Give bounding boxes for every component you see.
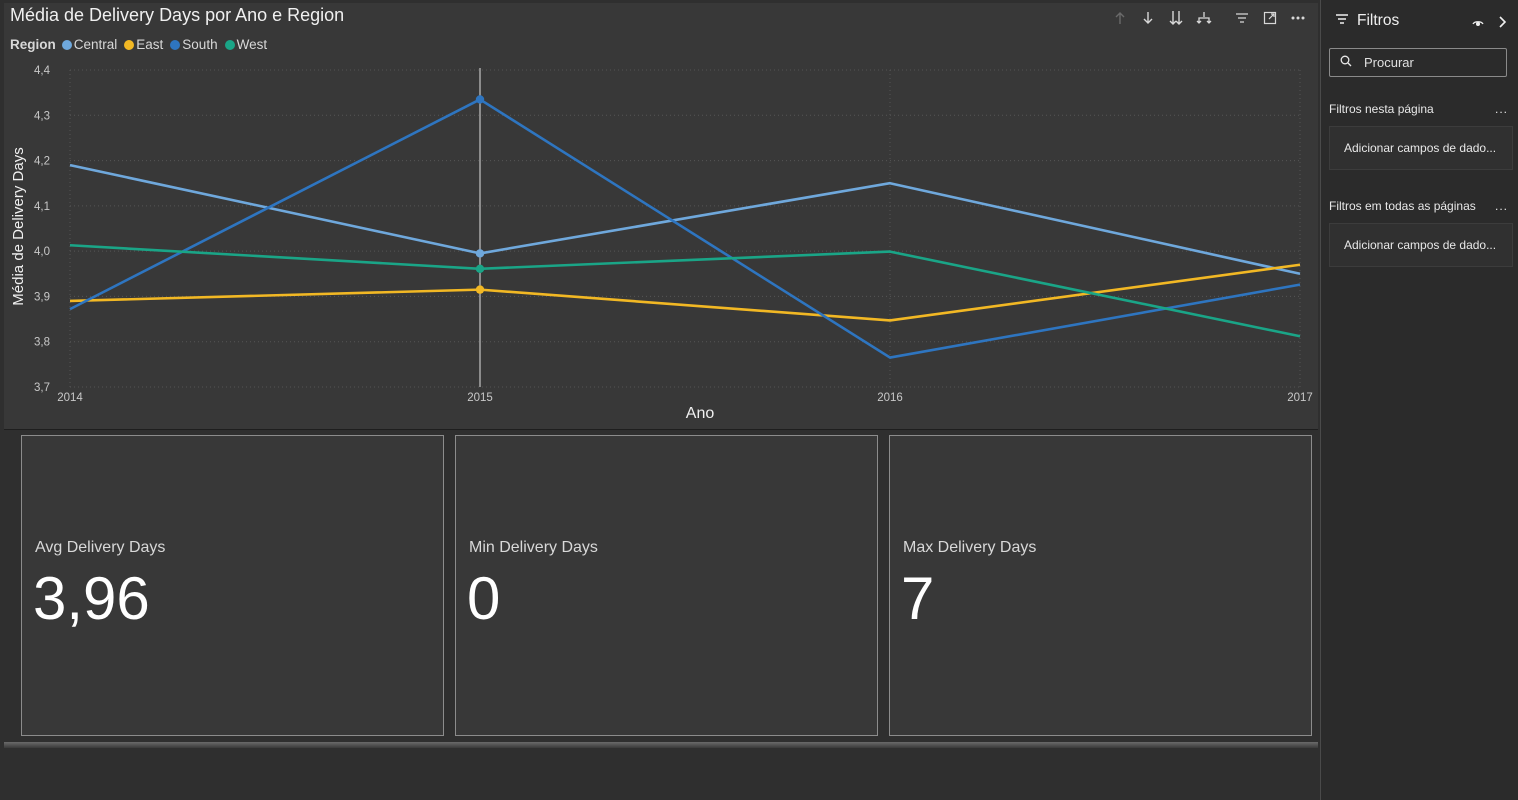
page-filters-add-well[interactable]: Adicionar campos de dado... (1329, 126, 1513, 170)
all-pages-filters-more-button[interactable]: ... (1495, 199, 1508, 213)
card-row: Avg Delivery Days 3,96 Min Delivery Days… (0, 429, 1320, 744)
data-point-south (475, 95, 485, 104)
x-axis-title: Ano (686, 405, 715, 422)
x-tick-label: 2014 (57, 392, 83, 404)
eye-icon[interactable] (1472, 15, 1484, 33)
y-tick-label: 3,9 (34, 291, 50, 303)
x-tick-label: 2017 (1287, 392, 1313, 404)
filters-header: Filtros (1335, 12, 1399, 30)
y-tick-label: 3,8 (34, 337, 50, 349)
y-tick-label: 4,4 (34, 65, 51, 77)
report-canvas: Média de Delivery Days por Ano e Region … (0, 0, 1320, 800)
y-tick-label: 4,1 (34, 201, 50, 213)
x-tick-label: 2016 (877, 392, 903, 404)
filters-header-icons (1472, 15, 1508, 33)
all-pages-filters-add-well[interactable]: Adicionar campos de dado... (1329, 223, 1513, 267)
y-tick-label: 3,7 (34, 382, 50, 394)
all-pages-filters-heading: Filtros em todas as páginas (1329, 199, 1476, 213)
collapse-pane-icon[interactable] (1498, 15, 1508, 33)
series-line-central (69, 163, 1301, 276)
data-point-central (475, 249, 485, 258)
y-tick-label: 4,3 (34, 110, 50, 122)
search-input[interactable] (1362, 54, 1496, 71)
card-value: 7 (901, 565, 935, 632)
page-filters-heading: Filtros nesta página (1329, 102, 1434, 116)
y-tick-label: 4,2 (34, 156, 50, 168)
canvas-scroll-edge (4, 742, 1318, 748)
page-filters-more-button[interactable]: ... (1495, 102, 1508, 116)
card-label: Avg Delivery Days (35, 539, 166, 556)
card-value: 3,96 (33, 565, 150, 632)
series-line-east (69, 263, 1301, 322)
y-tick-label: 4,0 (34, 246, 50, 258)
data-point-east (475, 285, 485, 294)
line-chart-visual[interactable]: Média de Delivery Days por Ano e Region … (4, 3, 1318, 430)
card-avg-delivery-days[interactable]: Avg Delivery Days 3,96 (21, 435, 444, 736)
filter-icon (1335, 12, 1349, 30)
search-icon (1340, 54, 1352, 72)
chart-plot-area[interactable]: 3,7 3,8 3,9 4,0 4,1 4,2 4,3 4,4 2014 2015 2016 2017… (4, 3, 1318, 429)
add-fields-placeholder: Adicionar campos de dado... (1344, 141, 1497, 155)
filters-title: Filtros (1357, 12, 1400, 29)
x-tick-label: 2015 (467, 392, 493, 404)
filters-search-box[interactable] (1329, 48, 1507, 77)
filters-pane: Filtros Filtros nesta página ... Adicion… (1320, 0, 1518, 800)
card-label: Min Delivery Days (469, 539, 598, 556)
card-min-delivery-days[interactable]: Min Delivery Days 0 (455, 435, 878, 736)
card-value: 0 (467, 565, 501, 632)
data-point-west (475, 264, 485, 274)
card-max-delivery-days[interactable]: Max Delivery Days 7 (889, 435, 1312, 736)
series-line-south (69, 98, 1301, 359)
y-axis-title: Média de Delivery Days (10, 147, 27, 305)
card-label: Max Delivery Days (903, 539, 1037, 556)
add-fields-placeholder: Adicionar campos de dado... (1344, 238, 1497, 252)
